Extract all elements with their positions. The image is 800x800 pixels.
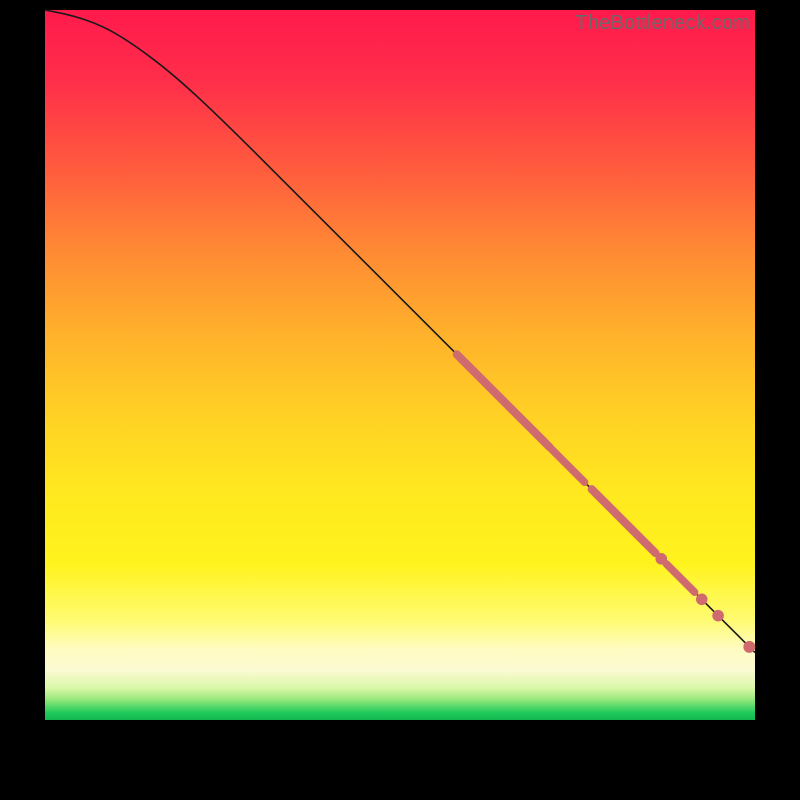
data-dot	[712, 610, 724, 622]
highlight-segment	[666, 564, 694, 592]
highlight-segment	[592, 489, 656, 553]
data-dot	[696, 594, 708, 606]
highlight-segment	[549, 447, 585, 483]
highlight-segment	[457, 354, 549, 446]
data-dot	[743, 641, 755, 653]
bottleneck-curve	[45, 10, 755, 653]
chart-svg	[45, 10, 755, 720]
chart-plot-area	[45, 10, 755, 720]
chart-stage: TheBottleneck.com	[0, 0, 800, 800]
data-dot	[655, 553, 667, 565]
